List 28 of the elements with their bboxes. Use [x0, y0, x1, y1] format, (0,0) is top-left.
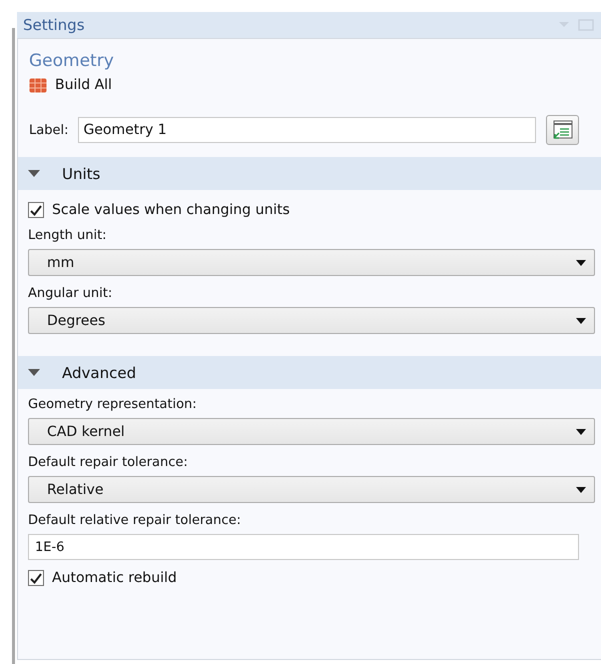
field-label: Label:	[29, 122, 68, 138]
checkbox-label: Scale values when changing units	[52, 202, 290, 218]
build-all-button[interactable]: Build All	[55, 77, 112, 93]
checkbox[interactable]	[28, 570, 44, 586]
field-label: Geometry representation:	[28, 397, 198, 412]
panel-title: Settings	[23, 16, 85, 34]
dropdown[interactable]: Relative	[28, 476, 595, 503]
caret-icon	[576, 486, 586, 492]
input-field[interactable]: 1E-6	[28, 534, 579, 560]
checkbox-label: Automatic rebuild	[52, 570, 177, 586]
caret-icon	[576, 318, 586, 324]
node-title: Geometry	[29, 51, 114, 71]
label-input[interactable]: Geometry 1	[78, 117, 536, 143]
dropdown[interactable]: mm	[28, 249, 595, 276]
list-window-icon	[552, 120, 574, 140]
build-icon[interactable]	[29, 78, 47, 92]
field-label: Default repair tolerance:	[28, 455, 189, 470]
caret-icon	[576, 428, 586, 434]
field-label: Angular unit:	[28, 286, 114, 301]
field-label: Default relative repair tolerance:	[28, 513, 242, 528]
section-header[interactable]: Advanced	[18, 356, 601, 389]
dropdown[interactable]: CAD kernel	[28, 418, 595, 445]
label-settings-button[interactable]	[546, 115, 579, 145]
section-header[interactable]: Units	[18, 157, 601, 190]
dropdown[interactable]: Degrees	[28, 307, 595, 334]
field-label: Length unit:	[28, 228, 108, 243]
caret-icon	[576, 260, 586, 266]
checkbox[interactable]	[28, 202, 44, 218]
